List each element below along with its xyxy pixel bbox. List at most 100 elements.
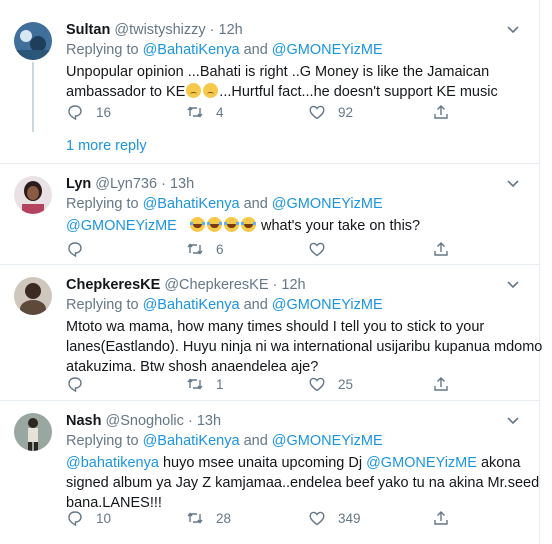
user-handle[interactable]: @ChepkeresKE — [164, 277, 268, 293]
like-count: 92 — [338, 104, 354, 120]
reply-button[interactable]: 10 — [66, 508, 111, 528]
mention-link[interactable]: @GMONEYizME — [272, 433, 383, 449]
mention-link[interactable]: @GMONEYizME — [66, 218, 177, 234]
retweet-count: 1 — [216, 376, 224, 392]
retweet-count: 6 — [216, 241, 224, 257]
like-button[interactable]: 25 — [308, 374, 353, 394]
like-button[interactable]: 92 — [308, 102, 353, 122]
share-icon — [434, 105, 448, 119]
timestamp[interactable]: 13h — [170, 176, 194, 192]
caret-down-icon[interactable] — [506, 413, 520, 427]
reply-button[interactable] — [66, 374, 96, 394]
caret-down-icon[interactable] — [506, 22, 520, 36]
retweet-button[interactable]: 4 — [186, 102, 224, 122]
reply-icon — [68, 105, 82, 121]
reply-count: 10 — [96, 510, 112, 526]
tears-of-joy-icon — [223, 217, 239, 232]
share-button[interactable] — [432, 508, 450, 528]
retweet-count: 28 — [216, 510, 232, 526]
tweet-text: @bahatikenya huyo msee unaita upcoming D… — [66, 455, 540, 511]
tweet-text: Mtoto wa mama, how many times should I t… — [66, 319, 543, 375]
share-icon — [434, 511, 448, 525]
like-icon — [309, 377, 325, 392]
caret-down-icon[interactable] — [506, 176, 520, 190]
mention-link[interactable]: @BahatiKenya — [143, 297, 240, 313]
mention-link[interactable]: @bahatikenya — [66, 455, 159, 471]
tweet-header: Sultan @twistyshizzy · 12h — [66, 22, 243, 38]
retweet-button[interactable]: 1 — [186, 374, 224, 394]
show-more-replies-row[interactable]: 1 more reply — [0, 132, 540, 164]
avatar[interactable] — [14, 277, 52, 315]
tweet-text: @GMONEYizME what's your take on this? — [66, 217, 421, 234]
tweet-header: Nash @Snogholic · 13h — [66, 413, 222, 429]
sad-face-icon — [203, 83, 219, 98]
like-icon — [309, 242, 325, 257]
like-icon — [309, 511, 325, 526]
show-more-replies[interactable]: 1 more reply — [66, 136, 147, 156]
replying-to: Replying to @BahatiKenya and @GMONEYizME — [66, 42, 383, 58]
share-icon — [434, 377, 448, 391]
share-button[interactable] — [432, 374, 450, 394]
share-button[interactable] — [432, 239, 450, 259]
replying-to: Replying to @BahatiKenya and @GMONEYizME — [66, 196, 383, 212]
tweet-header: Lyn @Lyn736 · 13h — [66, 176, 195, 192]
avatar[interactable] — [14, 176, 52, 214]
tweet-nash[interactable]: Nash @Snogholic · 13h Replying to @Bahat… — [0, 401, 540, 544]
tweet-actions: 1 25 — [66, 374, 486, 394]
tears-of-joy-icon — [240, 217, 256, 232]
share-icon — [434, 242, 448, 256]
retweet-icon — [187, 106, 203, 118]
reply-button[interactable]: 16 — [66, 102, 111, 122]
display-name[interactable]: Lyn — [66, 176, 91, 192]
tweet-actions: 10 28 349 — [66, 508, 486, 528]
mention-link[interactable]: @BahatiKenya — [143, 433, 240, 449]
user-handle[interactable]: @Lyn736 — [95, 176, 157, 192]
mention-link[interactable]: @BahatiKenya — [143, 42, 240, 58]
timestamp[interactable]: 13h — [197, 413, 221, 429]
retweet-icon — [187, 378, 203, 390]
mention-link[interactable]: @GMONEYizME — [366, 455, 477, 471]
reply-icon — [68, 377, 82, 393]
retweet-count: 4 — [216, 104, 224, 120]
reply-button[interactable] — [66, 239, 96, 259]
avatar[interactable] — [14, 413, 52, 451]
retweet-icon — [187, 243, 203, 255]
sad-face-icon — [186, 83, 202, 98]
replying-to: Replying to @BahatiKenya and @GMONEYizME — [66, 433, 383, 449]
retweet-button[interactable]: 28 — [186, 508, 231, 528]
replying-to: Replying to @BahatiKenya and @GMONEYizME — [66, 297, 383, 313]
mention-link[interactable]: @GMONEYizME — [272, 297, 383, 313]
retweet-button[interactable]: 6 — [186, 239, 224, 259]
reply-count: 16 — [96, 104, 112, 120]
like-button[interactable] — [308, 239, 338, 259]
timestamp[interactable]: 12h — [219, 22, 243, 38]
mention-link[interactable]: @GMONEYizME — [272, 196, 383, 212]
reply-icon — [68, 511, 82, 527]
share-button[interactable] — [432, 102, 450, 122]
like-count: 349 — [338, 510, 361, 526]
display-name[interactable]: Sultan — [66, 22, 110, 38]
retweet-icon — [187, 512, 203, 524]
mention-link[interactable]: @BahatiKenya — [143, 196, 240, 212]
like-button[interactable]: 349 — [308, 508, 361, 528]
tweet-sultan[interactable]: Sultan @twistyshizzy · 12h Replying to @… — [0, 0, 540, 132]
tweet-chepkereske[interactable]: ChepkeresKE @ChepkeresKE · 12h Replying … — [0, 265, 543, 401]
tears-of-joy-icon — [206, 217, 222, 232]
tweet-header: ChepkeresKE @ChepkeresKE · 12h — [66, 277, 306, 293]
user-handle[interactable]: @Snogholic — [106, 413, 184, 429]
avatar[interactable] — [14, 22, 52, 60]
timeline: Sultan @twistyshizzy · 12h Replying to @… — [0, 0, 543, 544]
mention-link[interactable]: @GMONEYizME — [272, 42, 383, 58]
reply-icon — [68, 242, 82, 258]
tweet-lyn[interactable]: Lyn @Lyn736 · 13h Replying to @BahatiKen… — [0, 164, 540, 265]
tweet-actions: 6 — [66, 239, 486, 259]
tweet-actions: 16 4 92 — [66, 102, 486, 122]
like-count: 25 — [338, 376, 354, 392]
user-handle[interactable]: @twistyshizzy — [114, 22, 205, 38]
tweet-text: Unpopular opinion ...Bahati is right ..G… — [66, 64, 498, 100]
caret-down-icon[interactable] — [506, 277, 520, 291]
display-name[interactable]: ChepkeresKE — [66, 277, 160, 293]
like-icon — [309, 105, 325, 120]
display-name[interactable]: Nash — [66, 413, 101, 429]
timestamp[interactable]: 12h — [281, 277, 305, 293]
